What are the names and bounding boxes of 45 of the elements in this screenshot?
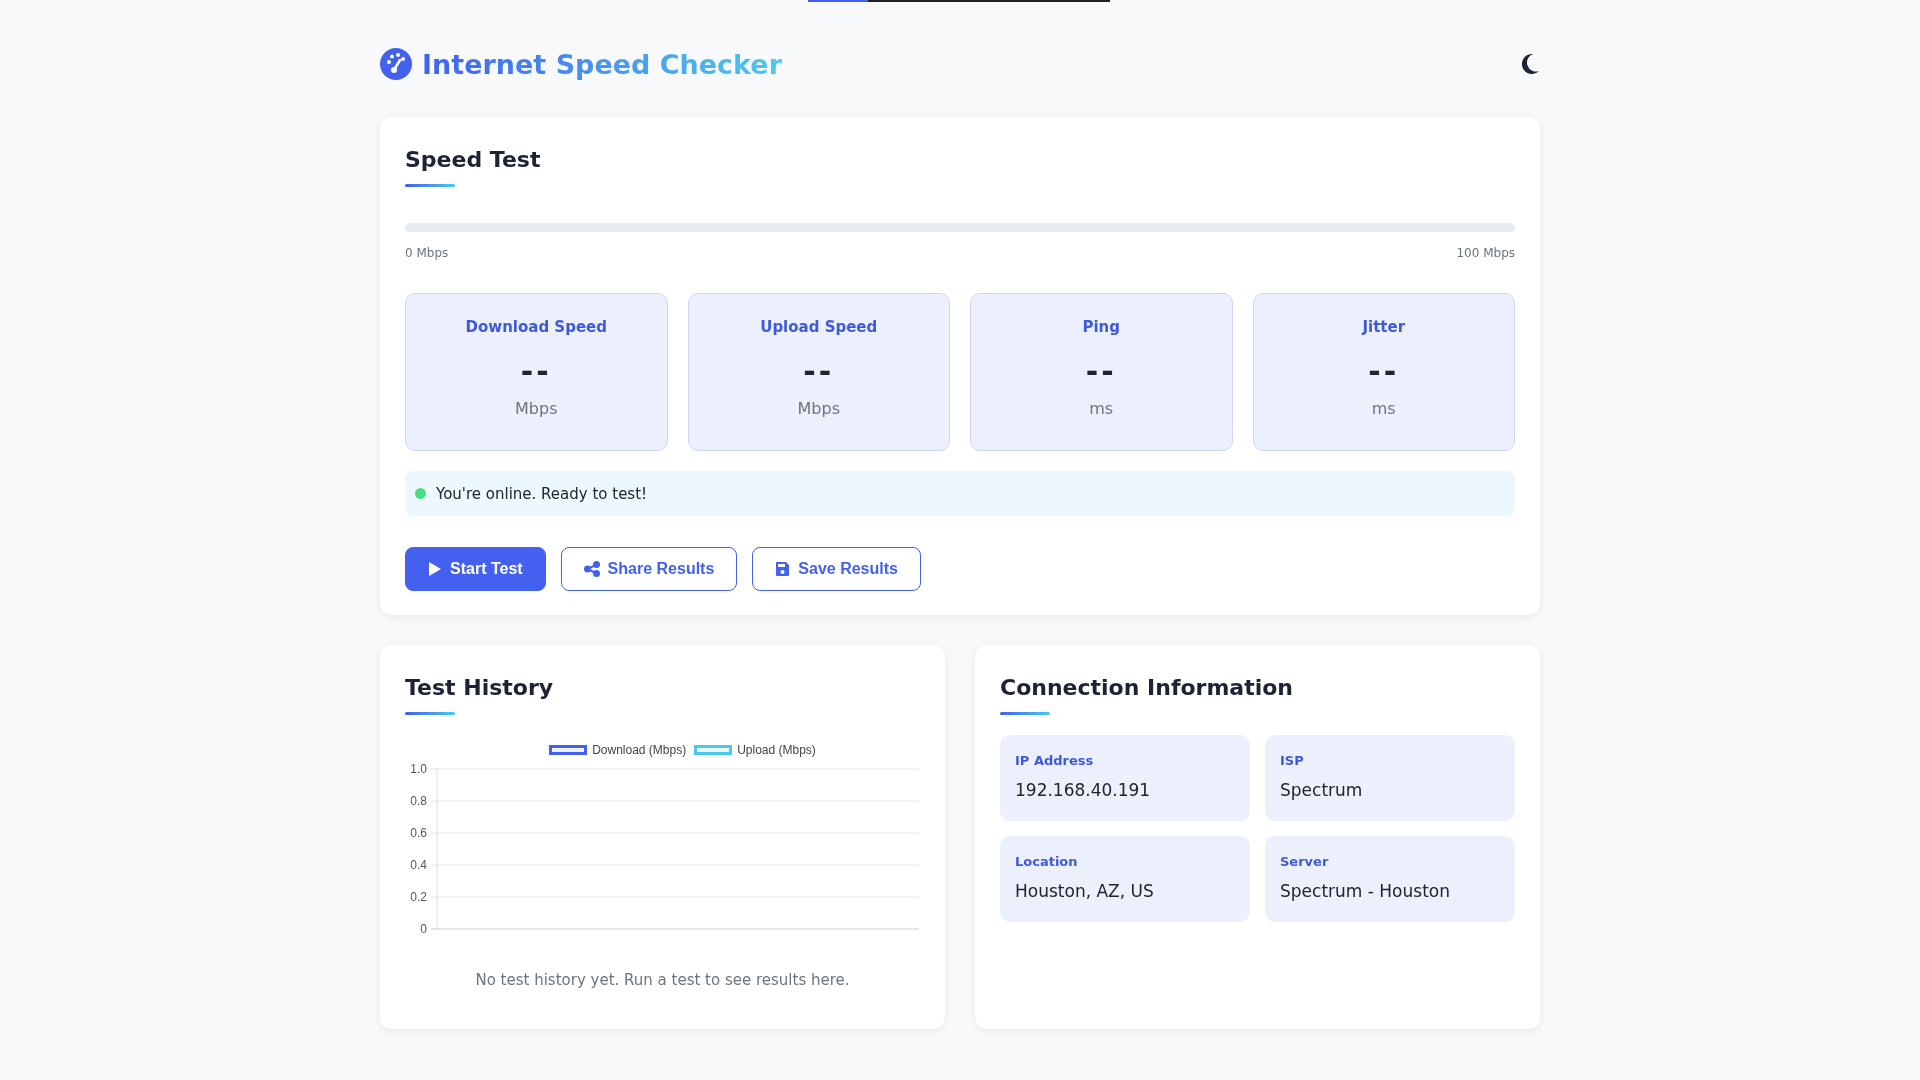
y-tick-label: 0.8 (410, 794, 427, 808)
info-value: 192.168.40.191 (1015, 780, 1152, 800)
legend-label: Upload (Mbps) (737, 743, 816, 757)
card-title: Speed Test (405, 147, 541, 172)
y-tick-label: 0.4 (410, 858, 427, 872)
metric-label: Jitter (1362, 318, 1406, 336)
metric-value: -- (1368, 354, 1400, 389)
card-title: Test History (405, 675, 554, 700)
card-title: Connection Information (1000, 675, 1294, 700)
info-value: Houston, AZ, US (1015, 881, 1155, 901)
y-tick-label: 0.6 (410, 826, 427, 840)
metric-value: -- (803, 354, 835, 389)
meter-min-label: 0 Mbps (405, 246, 449, 260)
title-underline (405, 184, 455, 187)
play-icon (428, 561, 442, 577)
moon-icon[interactable] (1520, 53, 1540, 75)
metric-unit: Mbps (515, 399, 558, 418)
info-label: ISP (1280, 753, 1305, 768)
y-tick-label: 1.0 (410, 762, 427, 776)
info-label: IP Address (1015, 753, 1095, 768)
y-tick-label: 0.2 (410, 890, 427, 904)
status-text: You're online. Ready to test! (436, 484, 648, 503)
metric-label: Ping (1082, 318, 1121, 336)
metric-label: Download Speed (465, 318, 607, 336)
empty-history-message: No test history yet. Run a test to see results here. (474, 971, 851, 989)
meter-max-label: 100 Mbps (1456, 246, 1515, 260)
save-results-button[interactable]: Save Results (752, 547, 921, 591)
info-label: Server (1280, 854, 1330, 869)
metric-unit: ms (1371, 399, 1396, 418)
info-label: Location (1015, 854, 1079, 869)
metric-value: -- (520, 354, 552, 389)
metric-unit: ms (1089, 399, 1114, 418)
title-underline (1000, 712, 1050, 715)
share-icon (583, 561, 600, 577)
metric-label: Upload Speed (760, 318, 878, 336)
y-tick-label: 0 (420, 922, 427, 936)
metric-value: -- (1085, 354, 1117, 389)
metric-unit: Mbps (797, 399, 840, 418)
legend-label: Download (Mbps) (592, 743, 687, 757)
info-value: Spectrum (1280, 780, 1364, 800)
info-value: Spectrum - Houston (1280, 881, 1451, 901)
share-results-button[interactable]: Share Results (560, 547, 738, 591)
speedometer-icon (380, 48, 412, 80)
start-test-button[interactable]: Start Test (405, 547, 546, 591)
title-underline (405, 712, 455, 715)
